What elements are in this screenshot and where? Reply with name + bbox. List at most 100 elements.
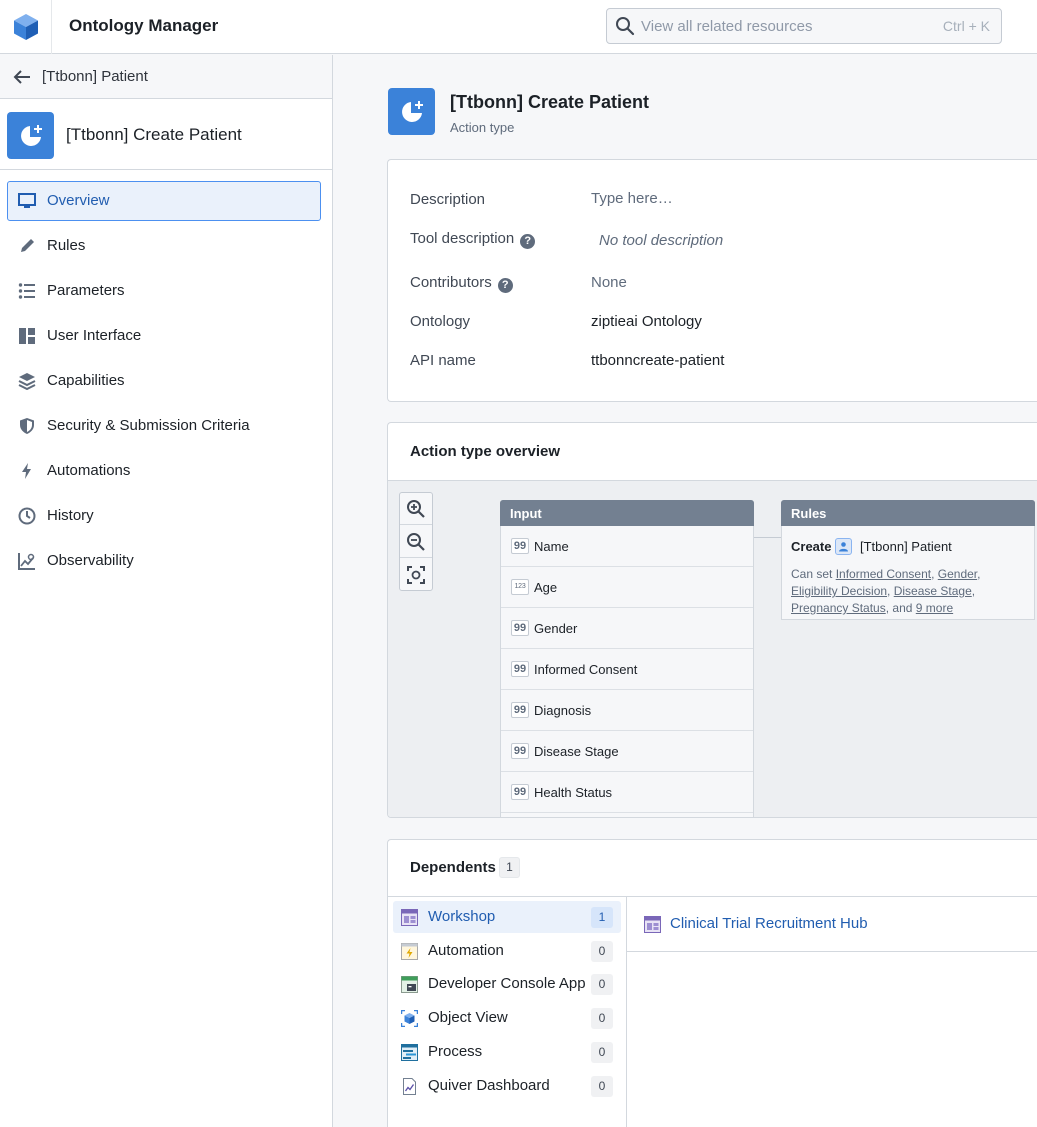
arrow-left-icon — [13, 70, 30, 84]
string-type-icon: 99 — [511, 784, 529, 800]
dependent-resource-link[interactable]: Clinical Trial Recruitment Hub — [670, 915, 868, 932]
clock-icon — [18, 507, 36, 525]
rules-node[interactable]: Rules Create [Ttbonn] Patient Can set In… — [781, 500, 1035, 620]
shield-icon — [20, 418, 34, 434]
back-link[interactable]: [Ttbonn] Patient — [0, 55, 332, 99]
dependent-type-object-view[interactable]: Object View 0 — [393, 1002, 621, 1034]
graph-canvas[interactable]: Input 99 Name 123 Age 99 Gender 99 Informed … — [388, 480, 1037, 817]
app-title: Ontology Manager — [69, 16, 219, 35]
pencil-icon — [21, 239, 34, 252]
search-placeholder: View all related resources — [641, 18, 813, 35]
sidebar-item-history[interactable]: History — [7, 496, 321, 536]
parameter-name: Diagnosis — [534, 703, 592, 718]
dependent-type-label: Object View — [428, 1009, 508, 1026]
sidebar-item-label: Parameters — [47, 282, 125, 299]
sidebar-item-label: Rules — [47, 237, 86, 254]
sidebar-item-label: Observability — [47, 552, 134, 569]
sidebar-item-security[interactable]: Security & Submission Criteria — [7, 406, 321, 446]
rule-property-link[interactable]: Disease Stage — [894, 584, 972, 598]
sidebar: [Ttbonn] Patient [Ttbonn] Create Patient… — [0, 55, 333, 1127]
sidebar-item-user-interface[interactable]: User Interface — [7, 316, 321, 356]
zoom-out-button[interactable] — [400, 526, 432, 558]
string-type-icon: 99 — [511, 661, 529, 677]
lightning-icon — [22, 463, 31, 479]
more-properties-link[interactable]: 9 more — [916, 601, 953, 615]
app-logo-icon[interactable] — [0, 0, 52, 54]
parameter-name: Gender — [534, 621, 578, 636]
count-badge: 0 — [591, 941, 613, 962]
zoom-in-icon — [407, 499, 425, 518]
count-badge: 0 — [591, 1076, 613, 1097]
zoom-controls — [399, 492, 433, 591]
rule-property-link[interactable]: Informed Consent — [836, 567, 931, 581]
number-type-icon: 123 — [511, 579, 529, 595]
dependent-type-quiver-dashboard[interactable]: Quiver Dashboard 0 — [393, 1070, 621, 1102]
sidebar-item-rules[interactable]: Rules — [7, 226, 321, 266]
rule-verb: Create — [791, 539, 832, 554]
string-type-icon: 99 — [511, 620, 529, 636]
parameter-name: Informed Consent — [534, 662, 638, 677]
sidebar-item-overview[interactable]: Overview — [7, 181, 321, 221]
string-type-icon: 99 — [511, 743, 529, 759]
rule-property-link[interactable]: Gender — [938, 567, 977, 581]
zoom-in-button[interactable] — [400, 493, 432, 525]
contributors-value: None — [591, 274, 627, 291]
dependent-type-label: Automation — [428, 942, 504, 959]
search-icon — [616, 17, 635, 36]
search-input[interactable]: View all related resources Ctrl + K — [606, 8, 1002, 44]
chart-icon — [18, 553, 35, 570]
input-node[interactable]: Input 99 Name 123 Age 99 Gender 99 Informed … — [500, 500, 754, 817]
dependent-type-label: Developer Console App — [428, 975, 586, 992]
entity-title: [Ttbonn] Create Patient — [66, 125, 242, 144]
rules-node-header: Rules — [781, 500, 1035, 526]
dependent-resource-row[interactable]: Clinical Trial Recruitment Hub — [627, 897, 1037, 952]
rule-property-link[interactable]: Pregnancy Status — [791, 601, 886, 615]
quiver-icon — [403, 1078, 416, 1095]
parameter-name: Disease Stage — [534, 744, 619, 759]
input-parameter-row[interactable]: 99 Diagnosis — [501, 690, 753, 731]
layout-icon — [19, 328, 35, 344]
sidebar-item-parameters[interactable]: Parameters — [7, 271, 321, 311]
sidebar-item-label: User Interface — [47, 327, 142, 344]
input-parameter-row[interactable]: 99 Informed Consent — [501, 649, 753, 690]
help-icon[interactable]: ? — [520, 234, 536, 249]
page-title: [Ttbonn] Create Patient — [450, 92, 650, 112]
dependent-type-developer-console-app[interactable]: Developer Console App 0 — [393, 968, 621, 1000]
sidebar-item-label: Overview — [47, 192, 110, 209]
sidebar-item-observability[interactable]: Observability — [7, 541, 321, 581]
automation-icon — [401, 943, 418, 960]
rule-property-link[interactable]: Eligibility Decision — [791, 584, 887, 598]
contributors-label: Contributors? — [410, 274, 513, 293]
dependents-count-badge: 1 — [499, 857, 520, 878]
workshop-icon — [401, 909, 418, 926]
count-badge: 0 — [591, 974, 613, 995]
fit-to-screen-button[interactable] — [400, 559, 432, 591]
ontology-value: ziptieai Ontology — [591, 313, 702, 330]
input-parameter-row[interactable]: 99 Disease Stage — [501, 731, 753, 772]
action-type-icon — [388, 88, 435, 135]
dependent-type-process[interactable]: Process 0 — [393, 1036, 621, 1068]
dependent-type-workshop[interactable]: Workshop 1 — [393, 901, 621, 933]
rule-object[interactable]: [Ttbonn] Patient — [860, 539, 952, 554]
dependents-card: Dependents 1 Workshop 1 Automation 0 Dev… — [387, 839, 1037, 1127]
parameter-name: Name — [534, 539, 569, 554]
parameter-name: Health Status — [534, 785, 613, 800]
help-icon[interactable]: ? — [497, 278, 513, 293]
tool-description-value[interactable]: No tool description — [599, 232, 723, 249]
ontology-label: Ontology — [410, 313, 471, 330]
input-parameter-row[interactable]: 99 Gender — [501, 608, 753, 649]
sidebar-item-capabilities[interactable]: Capabilities — [7, 361, 321, 401]
input-parameter-row[interactable]: 123 Age — [501, 567, 753, 608]
input-parameter-row[interactable]: 99 Name — [501, 526, 753, 567]
description-field[interactable]: Type here… — [591, 190, 673, 207]
page-subtitle: Action type — [450, 120, 515, 135]
layers-icon — [18, 373, 36, 390]
input-parameter-row[interactable]: 99 Health Status — [501, 772, 753, 813]
api-name-label: API name — [410, 352, 476, 369]
back-label: [Ttbonn] Patient — [42, 68, 148, 85]
top-bar: Ontology Manager View all related resour… — [0, 0, 1037, 54]
dependent-type-automation[interactable]: Automation 0 — [393, 935, 621, 967]
description-label: Description — [410, 191, 486, 208]
sidebar-item-automations[interactable]: Automations — [7, 451, 321, 491]
sidebar-item-label: History — [47, 507, 94, 524]
